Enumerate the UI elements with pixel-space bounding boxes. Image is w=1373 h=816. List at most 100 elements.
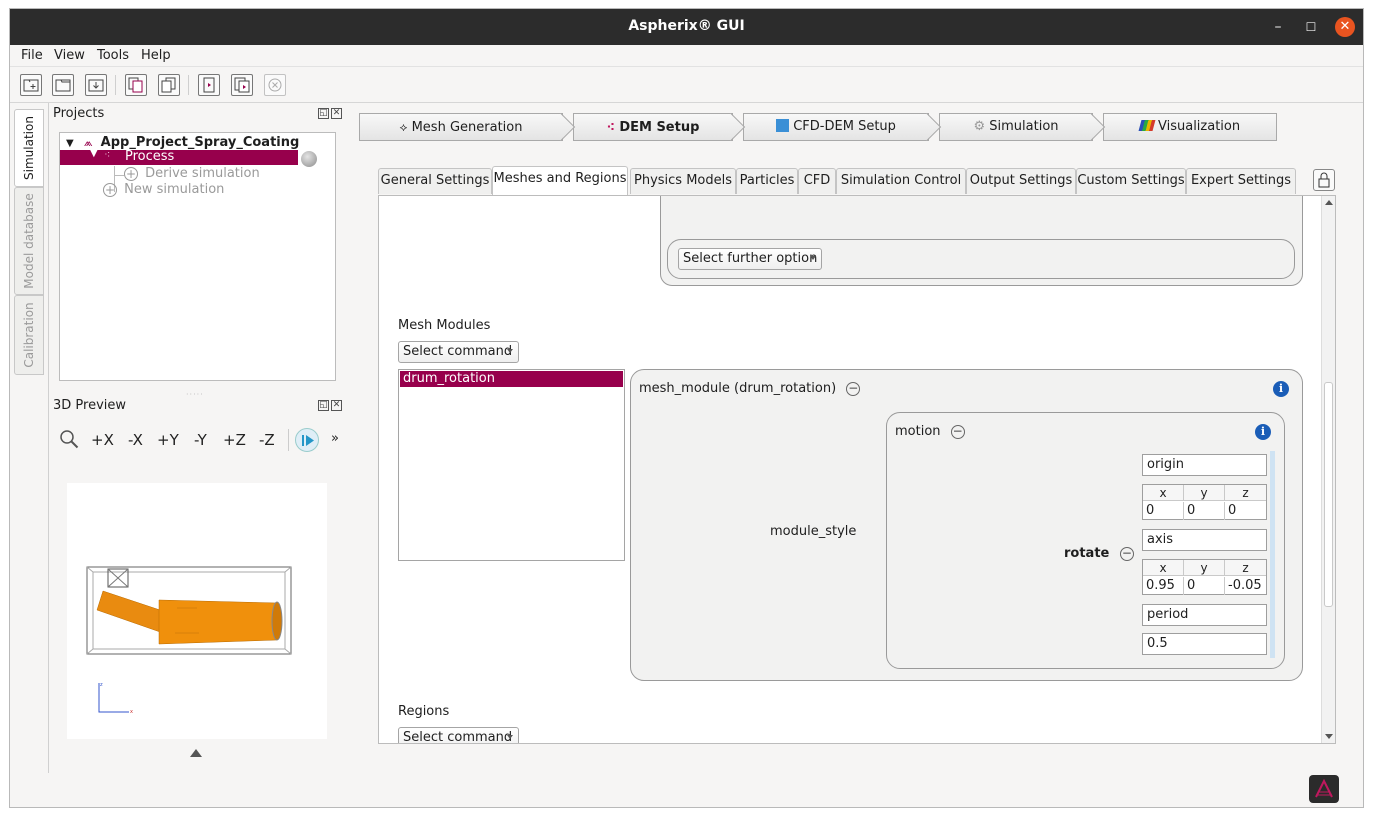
tree-project-node[interactable]: ▼ ⩕ App_Project_Spray_Coating: [66, 135, 299, 150]
play-icon[interactable]: [295, 428, 319, 452]
list-item[interactable]: drum_rotation: [400, 371, 623, 387]
stage-simulation[interactable]: ⚙ Simulation: [939, 112, 1106, 142]
lock-icon: [1318, 172, 1330, 188]
origin-x-input[interactable]: 0: [1143, 502, 1184, 520]
tab-particles[interactable]: Particles: [736, 168, 798, 194]
projects-panel-title: Projects: [53, 106, 105, 121]
close-button[interactable]: ✕: [1335, 17, 1355, 37]
chevron-down-icon: [507, 349, 513, 353]
mesh-module-list: drum_rotation: [398, 369, 625, 561]
collapse-up-icon[interactable]: [190, 749, 202, 757]
view-minus-x-button[interactable]: -X: [128, 431, 143, 449]
tab-custom-settings[interactable]: Custom Settings: [1076, 168, 1186, 194]
stage-cfd-dem-setup[interactable]: CFD-DEM Setup: [743, 112, 942, 142]
view-plus-y-button[interactable]: +Y: [157, 431, 179, 449]
float-icon[interactable]: ◱: [318, 400, 329, 411]
more-button[interactable]: »: [331, 431, 339, 446]
float-icon[interactable]: ◱: [318, 108, 329, 119]
menu-tools[interactable]: Tools: [97, 48, 129, 63]
menu-view[interactable]: View: [54, 48, 85, 63]
origin-z-input[interactable]: 0: [1225, 502, 1266, 520]
axis-vector: x y z 0.95 0 -0.05: [1142, 559, 1267, 595]
splitter-handle[interactable]: ·····: [186, 390, 204, 399]
view-plus-z-button[interactable]: +Z: [223, 431, 246, 449]
regions-label: Regions: [398, 704, 450, 719]
divider: [48, 103, 49, 773]
remove-motion-button[interactable]: −: [950, 424, 965, 439]
tab-physics-models[interactable]: Physics Models: [630, 168, 736, 194]
visualization-icon: [1138, 120, 1156, 131]
expand-triangle-icon[interactable]: ▼: [90, 148, 98, 159]
title-bar: Aspherix® GUI – ☐ ✕: [10, 9, 1363, 45]
further-option-dropdown[interactable]: Select further option: [678, 248, 822, 270]
info-icon[interactable]: i: [1255, 424, 1271, 440]
aspherix-logo-icon: [1309, 775, 1339, 803]
add-icon: +: [124, 166, 138, 181]
mesh-modules-label: Mesh Modules: [398, 318, 491, 333]
projects-dock-buttons: ◱ ✕: [316, 107, 342, 119]
mesh-modules-command-dropdown[interactable]: Select command: [398, 341, 519, 363]
view-minus-z-button[interactable]: -Z: [259, 431, 275, 449]
axis-y-input[interactable]: 0: [1184, 577, 1225, 595]
expand-triangle-icon[interactable]: ▼: [66, 138, 74, 149]
axis-label-field: axis: [1142, 529, 1267, 551]
maximize-button[interactable]: ☐: [1302, 18, 1320, 36]
scroll-up-icon[interactable]: [1325, 200, 1333, 205]
stage-visualization[interactable]: Visualization: [1103, 113, 1277, 141]
duplicate-icon[interactable]: [158, 74, 180, 96]
axis-z-input[interactable]: -0.05: [1225, 577, 1266, 595]
axis-x-input[interactable]: 0.95: [1143, 577, 1184, 595]
status-indicator-icon: [301, 151, 317, 167]
tab-expert-settings[interactable]: Expert Settings: [1186, 168, 1296, 194]
side-tab-simulation[interactable]: Simulation: [14, 109, 44, 187]
rotate-scrollbar[interactable]: [1270, 451, 1275, 658]
new-project-icon[interactable]: [20, 74, 42, 96]
zoom-icon[interactable]: [59, 429, 79, 449]
open-folder-icon[interactable]: [52, 74, 74, 96]
scroll-down-icon[interactable]: [1325, 734, 1333, 739]
tab-general-settings[interactable]: General Settings: [378, 168, 492, 194]
run-batch-icon[interactable]: [231, 74, 253, 96]
content-scrollbar[interactable]: [1321, 196, 1335, 743]
menu-file[interactable]: File: [21, 48, 43, 63]
lock-button[interactable]: [1313, 169, 1335, 191]
side-tab-calibration[interactable]: Calibration: [14, 295, 44, 375]
motion-header: motion −: [895, 423, 965, 439]
copy-icon[interactable]: [125, 74, 147, 96]
close-panel-icon[interactable]: ✕: [331, 400, 342, 411]
content-panel: Select further option Mesh Modules Selec…: [378, 195, 1336, 744]
toolbar-separator: [115, 75, 116, 95]
remove-mesh-module-button[interactable]: −: [846, 381, 861, 396]
preview-viewport[interactable]: z x: [67, 483, 327, 739]
origin-y-input[interactable]: 0: [1184, 502, 1225, 520]
gear-icon: ⚙: [973, 119, 986, 134]
tab-output-settings[interactable]: Output Settings: [966, 168, 1076, 194]
origin-label-field: origin: [1142, 454, 1267, 476]
minimize-button[interactable]: –: [1269, 18, 1287, 36]
side-tab-model-database[interactable]: Model database: [14, 187, 44, 295]
menu-help[interactable]: Help: [141, 48, 171, 63]
stage-mesh-generation[interactable]: ⟡ Mesh Generation: [359, 112, 576, 142]
import-icon[interactable]: [85, 74, 107, 96]
run-file-icon[interactable]: [198, 74, 220, 96]
tab-simulation-control[interactable]: Simulation Control: [836, 168, 966, 194]
add-icon: +: [103, 182, 117, 197]
tab-meshes-and-regions[interactable]: Meshes and Regions: [492, 166, 628, 196]
drum-model-image: z x: [86, 566, 292, 715]
tree-new-simulation[interactable]: + New simulation: [103, 182, 224, 197]
scrollbar-thumb[interactable]: [1324, 382, 1333, 607]
stage-dem-setup[interactable]: ⁖ DEM Setup: [573, 112, 746, 142]
toolbar-separator: [188, 75, 189, 95]
stop-icon[interactable]: [264, 74, 286, 96]
info-icon[interactable]: i: [1273, 381, 1289, 397]
tree-derive-simulation[interactable]: + Derive simulation: [124, 166, 260, 181]
period-input[interactable]: 0.5: [1142, 633, 1267, 655]
tree-process-node[interactable]: ▼ ⁖ Process: [60, 148, 298, 165]
view-plus-x-button[interactable]: +X: [91, 431, 114, 449]
remove-rotate-button[interactable]: −: [1119, 546, 1134, 561]
motion-box: motion − i rotate − origin x y z 0 0 0 a…: [886, 412, 1285, 669]
view-minus-y-button[interactable]: -Y: [194, 431, 207, 449]
tab-cfd[interactable]: CFD: [798, 168, 836, 194]
close-panel-icon[interactable]: ✕: [331, 108, 342, 119]
regions-command-dropdown[interactable]: Select command: [398, 727, 519, 743]
